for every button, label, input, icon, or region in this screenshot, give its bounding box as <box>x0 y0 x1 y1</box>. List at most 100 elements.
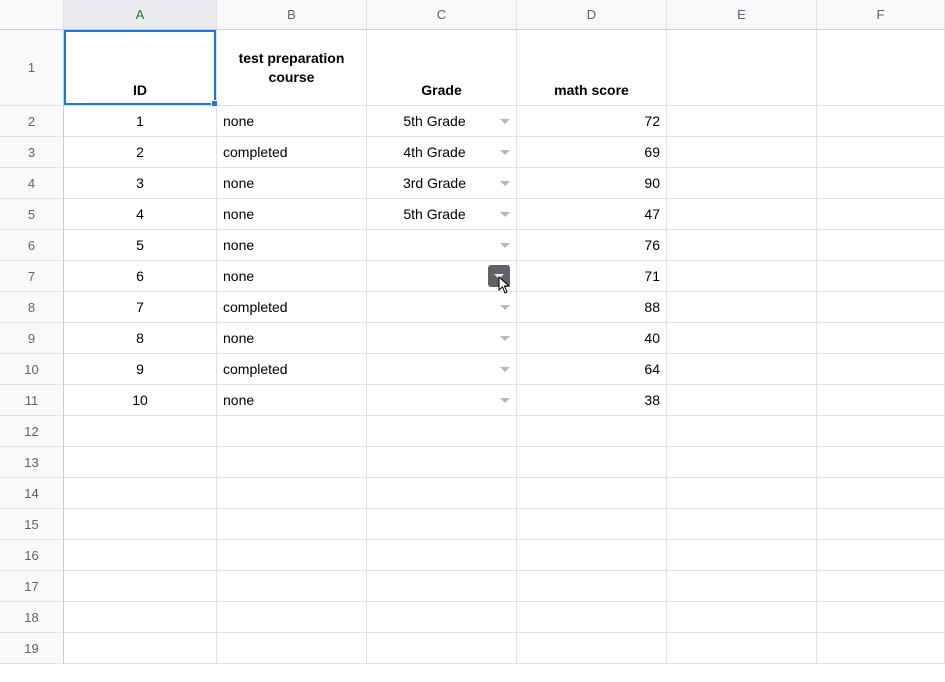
cell-E14[interactable] <box>667 478 817 509</box>
cell-B19[interactable] <box>217 633 367 664</box>
cell-F7[interactable] <box>817 261 945 292</box>
row-header-12[interactable]: 12 <box>0 416 64 447</box>
cell-B9[interactable]: none <box>217 323 367 354</box>
row-header-6[interactable]: 6 <box>0 230 64 261</box>
cell-E3[interactable] <box>667 137 817 168</box>
cell-A16[interactable] <box>64 540 217 571</box>
cell-E11[interactable] <box>667 385 817 416</box>
cell-D18[interactable] <box>517 602 667 633</box>
cell-D1[interactable]: math score <box>517 30 667 106</box>
cell-B6[interactable]: none <box>217 230 367 261</box>
cell-C4[interactable]: 3rd Grade <box>367 168 517 199</box>
row-header-14[interactable]: 14 <box>0 478 64 509</box>
row-header-7[interactable]: 7 <box>0 261 64 292</box>
cell-F8[interactable] <box>817 292 945 323</box>
chevron-down-icon[interactable] <box>500 181 510 186</box>
cell-B1[interactable]: test preparation course <box>217 30 367 106</box>
cell-A4[interactable]: 3 <box>64 168 217 199</box>
chevron-down-icon[interactable] <box>488 265 510 287</box>
cell-F10[interactable] <box>817 354 945 385</box>
cell-B17[interactable] <box>217 571 367 602</box>
cell-B11[interactable]: none <box>217 385 367 416</box>
row-header-1[interactable]: 1 <box>0 30 64 106</box>
cell-B14[interactable] <box>217 478 367 509</box>
cell-E9[interactable] <box>667 323 817 354</box>
cell-F6[interactable] <box>817 230 945 261</box>
cell-E7[interactable] <box>667 261 817 292</box>
row-header-10[interactable]: 10 <box>0 354 64 385</box>
cell-D8[interactable]: 88 <box>517 292 667 323</box>
cell-E1[interactable] <box>667 30 817 106</box>
cell-B3[interactable]: completed <box>217 137 367 168</box>
row-header-8[interactable]: 8 <box>0 292 64 323</box>
cell-B13[interactable] <box>217 447 367 478</box>
cell-C7[interactable] <box>367 261 517 292</box>
cell-F16[interactable] <box>817 540 945 571</box>
cell-E10[interactable] <box>667 354 817 385</box>
cell-F2[interactable] <box>817 106 945 137</box>
cell-F11[interactable] <box>817 385 945 416</box>
cell-B10[interactable]: completed <box>217 354 367 385</box>
column-header-D[interactable]: D <box>517 0 667 30</box>
row-header-19[interactable]: 19 <box>0 633 64 664</box>
cell-C14[interactable] <box>367 478 517 509</box>
cell-F12[interactable] <box>817 416 945 447</box>
cell-C12[interactable] <box>367 416 517 447</box>
cell-C13[interactable] <box>367 447 517 478</box>
cell-A19[interactable] <box>64 633 217 664</box>
cell-E16[interactable] <box>667 540 817 571</box>
dropdown[interactable] <box>373 243 510 248</box>
cell-F18[interactable] <box>817 602 945 633</box>
row-header-2[interactable]: 2 <box>0 106 64 137</box>
cell-E8[interactable] <box>667 292 817 323</box>
row-header-18[interactable]: 18 <box>0 602 64 633</box>
cell-E18[interactable] <box>667 602 817 633</box>
cell-A6[interactable]: 5 <box>64 230 217 261</box>
column-header-E[interactable]: E <box>667 0 817 30</box>
chevron-down-icon[interactable] <box>500 305 510 310</box>
dropdown[interactable]: 3rd Grade <box>373 175 510 191</box>
cell-C19[interactable] <box>367 633 517 664</box>
row-header-13[interactable]: 13 <box>0 447 64 478</box>
column-header-C[interactable]: C <box>367 0 517 30</box>
cell-D4[interactable]: 90 <box>517 168 667 199</box>
cell-B12[interactable] <box>217 416 367 447</box>
cell-D10[interactable]: 64 <box>517 354 667 385</box>
row-header-4[interactable]: 4 <box>0 168 64 199</box>
row-header-16[interactable]: 16 <box>0 540 64 571</box>
cell-B5[interactable]: none <box>217 199 367 230</box>
cell-F4[interactable] <box>817 168 945 199</box>
cell-D12[interactable] <box>517 416 667 447</box>
dropdown[interactable] <box>373 398 510 403</box>
cell-F3[interactable] <box>817 137 945 168</box>
row-header-9[interactable]: 9 <box>0 323 64 354</box>
cell-F14[interactable] <box>817 478 945 509</box>
cell-E6[interactable] <box>667 230 817 261</box>
cell-E19[interactable] <box>667 633 817 664</box>
dropdown[interactable] <box>373 336 510 341</box>
cell-A7[interactable]: 6 <box>64 261 217 292</box>
cell-B2[interactable]: none <box>217 106 367 137</box>
dropdown[interactable]: 5th Grade <box>373 113 510 129</box>
cell-E15[interactable] <box>667 509 817 540</box>
cell-D7[interactable]: 71 <box>517 261 667 292</box>
cell-C3[interactable]: 4th Grade <box>367 137 517 168</box>
cell-E12[interactable] <box>667 416 817 447</box>
cell-B8[interactable]: completed <box>217 292 367 323</box>
cell-C17[interactable] <box>367 571 517 602</box>
cell-F19[interactable] <box>817 633 945 664</box>
chevron-down-icon[interactable] <box>500 398 510 403</box>
cell-A9[interactable]: 8 <box>64 323 217 354</box>
cell-A8[interactable]: 7 <box>64 292 217 323</box>
select-all-corner[interactable] <box>0 0 64 30</box>
cell-E4[interactable] <box>667 168 817 199</box>
cell-A12[interactable] <box>64 416 217 447</box>
cell-B18[interactable] <box>217 602 367 633</box>
cell-D19[interactable] <box>517 633 667 664</box>
cell-C16[interactable] <box>367 540 517 571</box>
chevron-down-icon[interactable] <box>500 150 510 155</box>
cell-D17[interactable] <box>517 571 667 602</box>
cell-C18[interactable] <box>367 602 517 633</box>
chevron-down-icon[interactable] <box>500 243 510 248</box>
cell-C15[interactable] <box>367 509 517 540</box>
